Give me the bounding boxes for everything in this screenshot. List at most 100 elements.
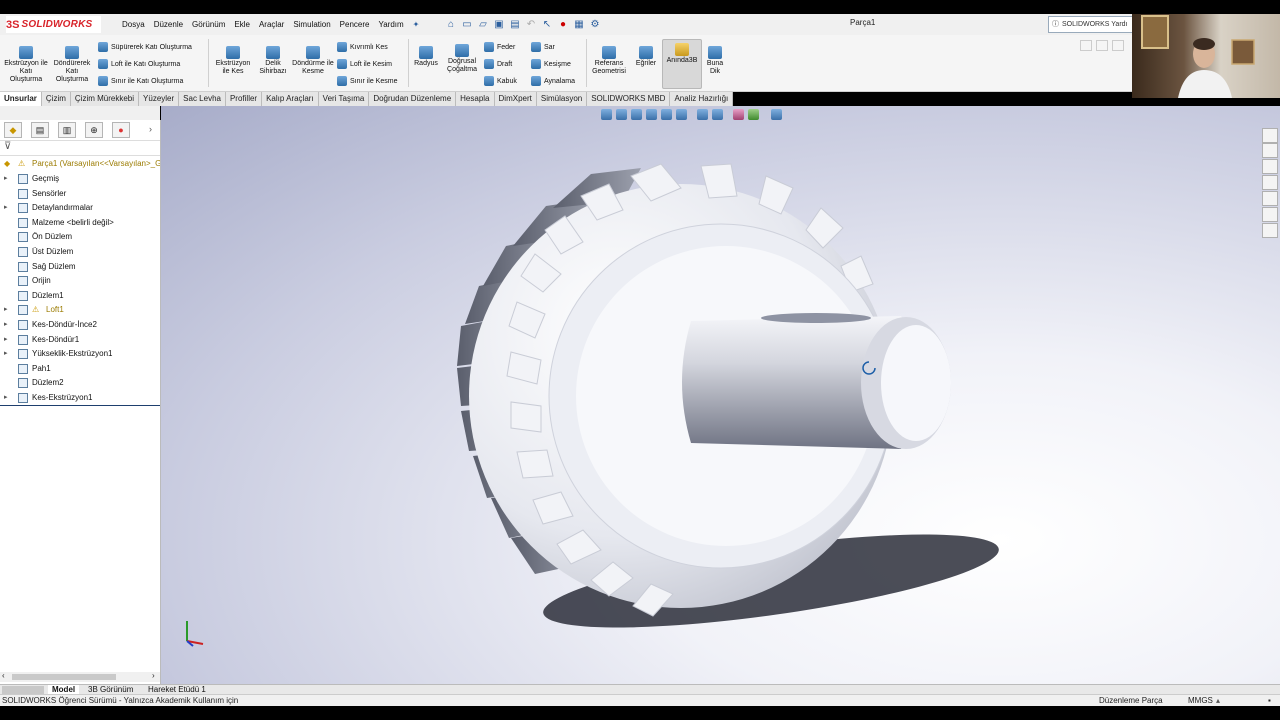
home-icon[interactable]: ⌂ <box>445 19 457 31</box>
tab-mold-tools[interactable]: Kalıp Araçları <box>262 92 319 106</box>
cascade-panel-icon[interactable] <box>1112 40 1124 51</box>
draft-button[interactable]: Draft <box>484 58 512 70</box>
revolve-boss-button[interactable]: Döndürerek Katı Oluşturma <box>50 43 94 84</box>
hole-wizard-button[interactable]: Delik Sihirbazı <box>254 43 292 76</box>
tab-dimxpert[interactable]: DimXpert <box>494 92 537 106</box>
tree-item[interactable]: ▸ Kes-Ekstrüzyon1 <box>0 391 160 405</box>
panel-expand-arrow-icon[interactable]: › <box>149 124 152 134</box>
rib-button[interactable]: Feder <box>484 41 515 53</box>
panel-splitter[interactable] <box>0 106 160 120</box>
pin-icon[interactable]: ✦ <box>413 20 420 29</box>
linear-pattern-button[interactable]: Doğrusal Çoğaltma <box>442 41 482 74</box>
options-gear-icon[interactable]: ⚙ <box>589 19 601 31</box>
gear-model[interactable] <box>161 106 1280 684</box>
display-manager-tab-icon[interactable]: ● <box>112 122 130 138</box>
boundary-boss-button[interactable]: Sınır ile Katı Oluşturma <box>98 75 183 87</box>
tree-item[interactable]: ▸ ⚠ Loft1 <box>0 303 160 317</box>
tree-item[interactable]: Düzlem1 <box>0 289 160 303</box>
tab-evaluate[interactable]: Hesapla <box>456 92 495 106</box>
graphics-viewport[interactable] <box>161 106 1280 684</box>
expand-arrow-icon[interactable]: ▸ <box>4 333 12 347</box>
reference-geometry-button[interactable]: Referans Geometrisi <box>589 43 629 76</box>
horizontal-scrollbar[interactable]: ‹ › <box>0 671 160 682</box>
menu-simulation[interactable]: Simulation <box>293 20 330 29</box>
tab-analysis-prep[interactable]: Analiz Hazırlığı <box>670 92 734 106</box>
tree-root-part[interactable]: ◆ ⚠ Parça1 (Varsayılan<<Varsayılan>_G <box>0 157 160 171</box>
traffic-light-icon[interactable]: ● <box>557 19 569 31</box>
print-icon[interactable]: ▤ <box>509 19 521 31</box>
tab-simulation[interactable]: Simülasyon <box>536 92 588 106</box>
curves-button[interactable]: Eğriler <box>632 43 660 68</box>
shell-button[interactable]: Kabuk <box>484 75 517 87</box>
fillet-button[interactable]: Radyus <box>412 43 440 68</box>
tab-sketch[interactable]: Çizim <box>41 92 71 106</box>
tree-item[interactable]: Sağ Düzlem <box>0 260 160 274</box>
mirror-button[interactable]: Aynalama <box>531 75 575 87</box>
normal-to-button[interactable]: Buna Dik <box>702 43 728 76</box>
solidworks-logo[interactable]: 3S SOLIDWORKS <box>6 16 101 33</box>
filter-bar[interactable]: ⊽ <box>0 140 160 156</box>
new-document-icon[interactable]: ▭ <box>461 19 473 31</box>
extrude-boss-button[interactable]: Ekstrüzyon ile Katı Oluşturma <box>4 43 48 84</box>
property-manager-tab-icon[interactable]: ▤ <box>31 122 49 138</box>
scroll-left-icon[interactable]: ‹ <box>2 671 5 680</box>
extrude-cut-button[interactable]: Ekstrüzyon ile Kes <box>212 43 254 76</box>
menu-file[interactable]: Dosya <box>122 20 145 29</box>
configuration-manager-tab-icon[interactable]: ▥ <box>58 122 76 138</box>
file-properties-icon[interactable]: ▦ <box>573 19 585 31</box>
expand-arrow-icon[interactable]: ▸ <box>4 201 12 215</box>
wrap-button[interactable]: Sar <box>531 41 555 53</box>
tile-panel-icon[interactable] <box>1096 40 1108 51</box>
menu-tools[interactable]: Araçlar <box>259 20 284 29</box>
restore-panel-icon[interactable] <box>1080 40 1092 51</box>
expand-arrow-icon[interactable]: ▸ <box>4 172 12 186</box>
tab-scroll-arrows[interactable] <box>2 686 44 694</box>
expand-arrow-icon[interactable]: ▸ <box>4 347 12 361</box>
tree-item[interactable]: Malzeme <belirli değil> <box>0 216 160 230</box>
revolve-cut-button[interactable]: Döndürme ile Kesme <box>292 43 334 76</box>
tab-surfaces[interactable]: Yüzeyler <box>139 92 180 106</box>
sweep-button[interactable]: Süpürerek Katı Oluşturma <box>98 41 192 53</box>
open-icon[interactable]: ▱ <box>477 19 489 31</box>
menu-edit[interactable]: Düzenle <box>154 20 183 29</box>
expand-arrow-icon[interactable]: ▸ <box>4 318 12 332</box>
intersect-button[interactable]: Kesişme <box>531 58 571 70</box>
boundary-cut-button[interactable]: Sınır ile Kesme <box>337 75 397 87</box>
tab-direct-editing[interactable]: Doğrudan Düzenleme <box>369 92 457 106</box>
instant3d-button[interactable]: Anında3B <box>662 39 702 89</box>
save-icon[interactable]: ▣ <box>493 19 505 31</box>
feature-manager-tab-icon[interactable]: ◆ <box>4 122 22 138</box>
help-search-box[interactable]: ⓘ SOLIDWORKS Yardı <box>1048 16 1134 33</box>
tree-item[interactable]: Düzlem2 <box>0 376 160 390</box>
swept-cut-button[interactable]: Kıvrımlı Kes <box>337 41 388 53</box>
select-icon[interactable]: ↖ <box>541 19 553 31</box>
dimxpert-manager-tab-icon[interactable]: ⊕ <box>85 122 103 138</box>
menu-view[interactable]: Görünüm <box>192 20 225 29</box>
tree-item[interactable]: Ön Düzlem <box>0 230 160 244</box>
tab-features[interactable]: Unsurlar <box>0 92 42 106</box>
scroll-thumb[interactable] <box>12 674 116 680</box>
tab-data-migration[interactable]: Veri Taşıma <box>318 92 370 106</box>
tab-sketch-ink[interactable]: Çizim Mürekkebi <box>70 92 140 106</box>
menu-help[interactable]: Yardım <box>378 20 403 29</box>
rollback-bar[interactable] <box>0 405 160 406</box>
loft-button[interactable]: Loft ile Katı Oluşturma <box>98 58 180 70</box>
scroll-right-icon[interactable]: › <box>152 671 155 680</box>
tab-weldments[interactable]: Profiller <box>225 92 263 106</box>
tree-item[interactable]: ▸ Kes-Döndür-İnce2 <box>0 318 160 332</box>
tree-item[interactable]: Üst Düzlem <box>0 245 160 259</box>
tab-solidworks-mbd[interactable]: SOLIDWORKS MBD <box>587 92 671 106</box>
menu-insert[interactable]: Ekle <box>234 20 250 29</box>
tree-item[interactable]: ▸ Detaylandırmalar <box>0 201 160 215</box>
tree-item[interactable]: Pah1 <box>0 362 160 376</box>
loft-cut-button[interactable]: Loft ile Kesim <box>337 58 392 70</box>
tree-item[interactable]: ▸ Yükseklik-Ekstrüzyon1 <box>0 347 160 361</box>
tree-item[interactable]: ▸ Kes-Döndür1 <box>0 333 160 347</box>
tree-item[interactable]: ▸ Geçmiş <box>0 172 160 186</box>
expand-arrow-icon[interactable]: ▸ <box>4 391 12 405</box>
tree-item[interactable]: Sensörler <box>0 187 160 201</box>
tree-item[interactable]: Orijin <box>0 274 160 288</box>
menu-window[interactable]: Pencere <box>340 20 370 29</box>
expand-arrow-icon[interactable]: ▸ <box>4 303 12 317</box>
undo-icon[interactable]: ↶ <box>525 19 537 31</box>
